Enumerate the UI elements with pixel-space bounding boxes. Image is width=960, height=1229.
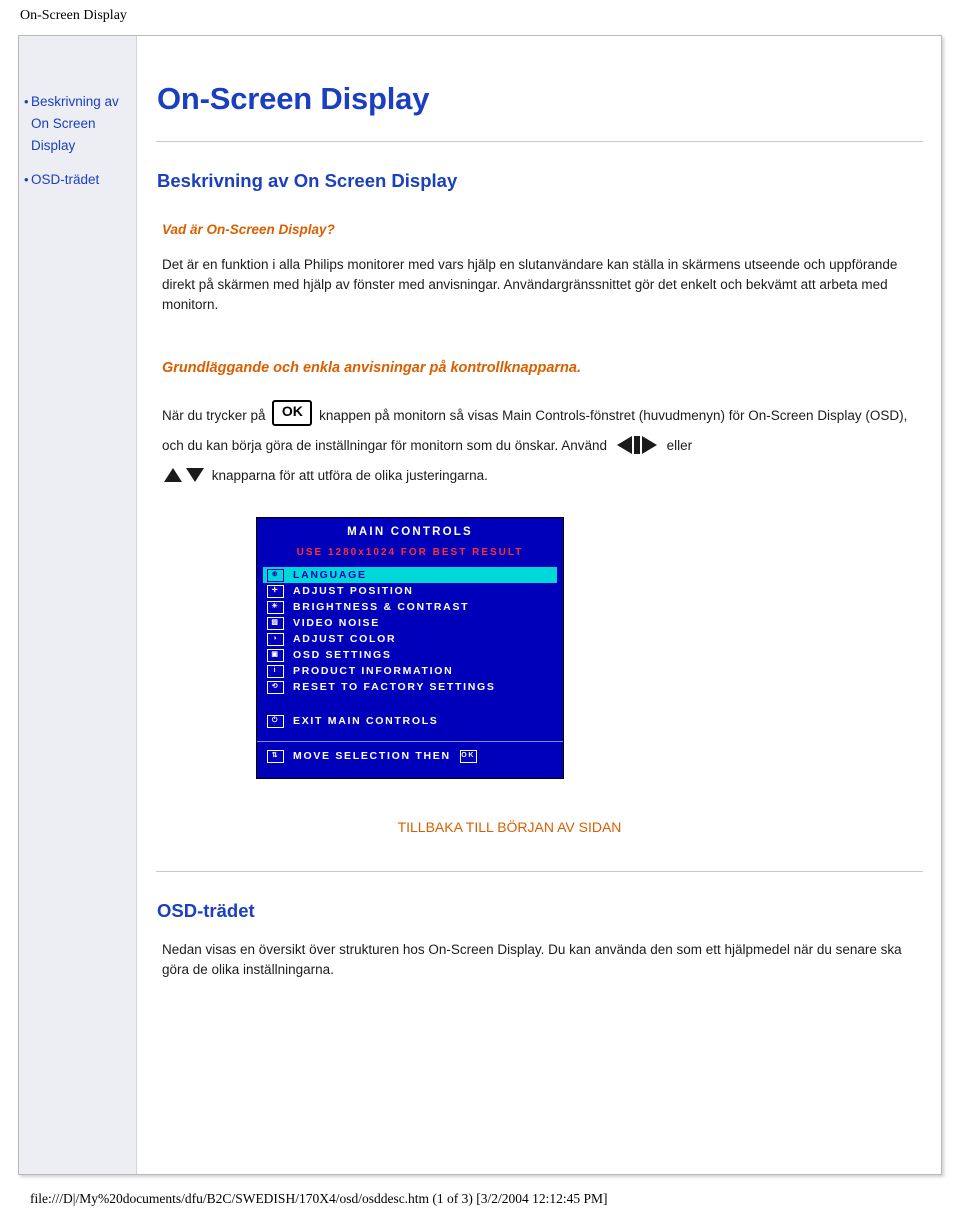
osd-menu-item-video-noise: ▨ VIDEO NOISE <box>257 615 563 631</box>
bullet-icon: • <box>24 172 29 187</box>
back-to-top-link[interactable]: TILLBAKA TILL BÖRJAN AV SIDAN <box>138 819 881 835</box>
osd-settings-icon: ▣ <box>267 648 284 662</box>
instructions-text-part3: eller <box>666 438 693 453</box>
paragraph-osd-description: Det är en funktion i alla Philips monito… <box>162 257 898 312</box>
up-down-button-icon <box>162 465 206 485</box>
osd-menu-item-language: ⊕ LANGUAGE <box>263 567 557 583</box>
sidebar-item-beskrivning[interactable]: • Beskrivning av On Screen Display <box>24 91 136 157</box>
section-heading-beskrivning: Beskrivning av On Screen Display <box>157 170 458 191</box>
sidebar-item-osd-tradet[interactable]: • OSD-trädet <box>24 169 136 191</box>
document-frame: • Beskrivning av On Screen Display • OSD-t… <box>18 35 942 1175</box>
osd-menu-label: OSD SETTINGS <box>293 649 392 661</box>
osd-menu-label: ADJUST POSITION <box>293 585 414 597</box>
browser-page-title: On-Screen Display <box>20 8 127 23</box>
bullet-icon: • <box>24 94 29 109</box>
sidebar-item-label: OSD-trädet <box>31 172 100 187</box>
reset-icon: ⟲ <box>267 680 284 694</box>
ok-button-label: OK <box>281 403 303 419</box>
osd-menu-label: ADJUST COLOR <box>293 633 397 645</box>
osd-menu-list: ⊕ LANGUAGE ✛ ADJUST POSITION ☀ BRIGHTNESS &… <box>257 567 563 695</box>
ok-button-icon: OK <box>272 400 313 426</box>
sidebar: • Beskrivning av On Screen Display • OSD-t… <box>19 36 137 1174</box>
osd-screenshot-image: MAIN CONTROLS USE 1280x1024 FOR BEST RES… <box>256 517 564 779</box>
osd-menu-item-osd-settings: ▣ OSD SETTINGS <box>257 647 563 663</box>
info-icon: i <box>267 664 284 678</box>
osd-main-controls-title: MAIN CONTROLS <box>347 526 473 538</box>
up-down-arrows-svg <box>164 468 204 482</box>
osd-menu-label: BRIGHTNESS & CONTRAST <box>293 601 470 613</box>
divider <box>156 141 923 142</box>
osd-footer-hint: ⇅ MOVE SELECTION THEN OK <box>257 741 563 764</box>
osd-menu-item-reset-factory: ⟲ RESET TO FACTORY SETTINGS <box>257 679 563 695</box>
instructions-text-part1: När du trycker på <box>162 408 266 423</box>
main-content: On-Screen Display Beskrivning av On Scre… <box>138 36 941 1174</box>
osd-menu-label: PRODUCT INFORMATION <box>293 665 454 677</box>
osd-exit-main-controls: ⏻ EXIT MAIN CONTROLS <box>257 713 563 729</box>
color-icon: ◑ <box>267 632 284 646</box>
osd-menu-item-brightness-contrast: ☀ BRIGHTNESS & CONTRAST <box>257 599 563 615</box>
heading-grundlaggande: Grundläggande och enkla anvisningar på k… <box>162 360 581 376</box>
sidebar-item-label: Beskrivning av On Screen Display <box>31 94 119 153</box>
osd-resolution-hint: USE 1280x1024 FOR BEST RESULT <box>296 547 524 558</box>
globe-icon: ⊕ <box>267 568 284 582</box>
sidebar-links: • Beskrivning av On Screen Display • OSD-t… <box>19 36 136 191</box>
osd-menu-label: VIDEO NOISE <box>293 617 380 629</box>
left-right-button-icon <box>615 435 659 455</box>
video-noise-icon: ▨ <box>267 616 284 630</box>
paragraph-osd-tree: Nedan visas en översikt över strukturen … <box>162 942 902 977</box>
osd-menu-label: RESET TO FACTORY SETTINGS <box>293 681 496 693</box>
section-heading-osd-tradet: OSD-trädet <box>157 900 255 921</box>
osd-exit-label: EXIT MAIN CONTROLS <box>293 715 439 727</box>
updown-icon: ⇅ <box>267 749 284 763</box>
osd-menu-label: LANGUAGE <box>293 569 367 581</box>
position-icon: ✛ <box>267 584 284 598</box>
ok-icon: OK <box>459 749 477 763</box>
osd-footer-label: MOVE SELECTION THEN <box>293 750 451 762</box>
instructions-text-part4: knapparna för att utföra de olika juster… <box>211 468 488 483</box>
status-bar-path: file:///D|/My%20documents/dfu/B2C/SWEDIS… <box>30 1191 608 1206</box>
brightness-icon: ☀ <box>267 600 284 614</box>
subsection-heading-vad-ar-osd: Vad är On-Screen Display? <box>162 222 335 237</box>
osd-menu-item-adjust-position: ✛ ADJUST POSITION <box>257 583 563 599</box>
page-title: On-Screen Display <box>157 81 430 116</box>
paragraph-instructions: När du trycker på OK knappen på monitorn… <box>162 400 911 491</box>
divider <box>156 871 923 872</box>
osd-menu-item-product-information: i PRODUCT INFORMATION <box>257 663 563 679</box>
exit-icon: ⏻ <box>267 714 284 728</box>
left-right-arrows-svg <box>616 436 657 454</box>
osd-menu-item-adjust-color: ◑ ADJUST COLOR <box>257 631 563 647</box>
